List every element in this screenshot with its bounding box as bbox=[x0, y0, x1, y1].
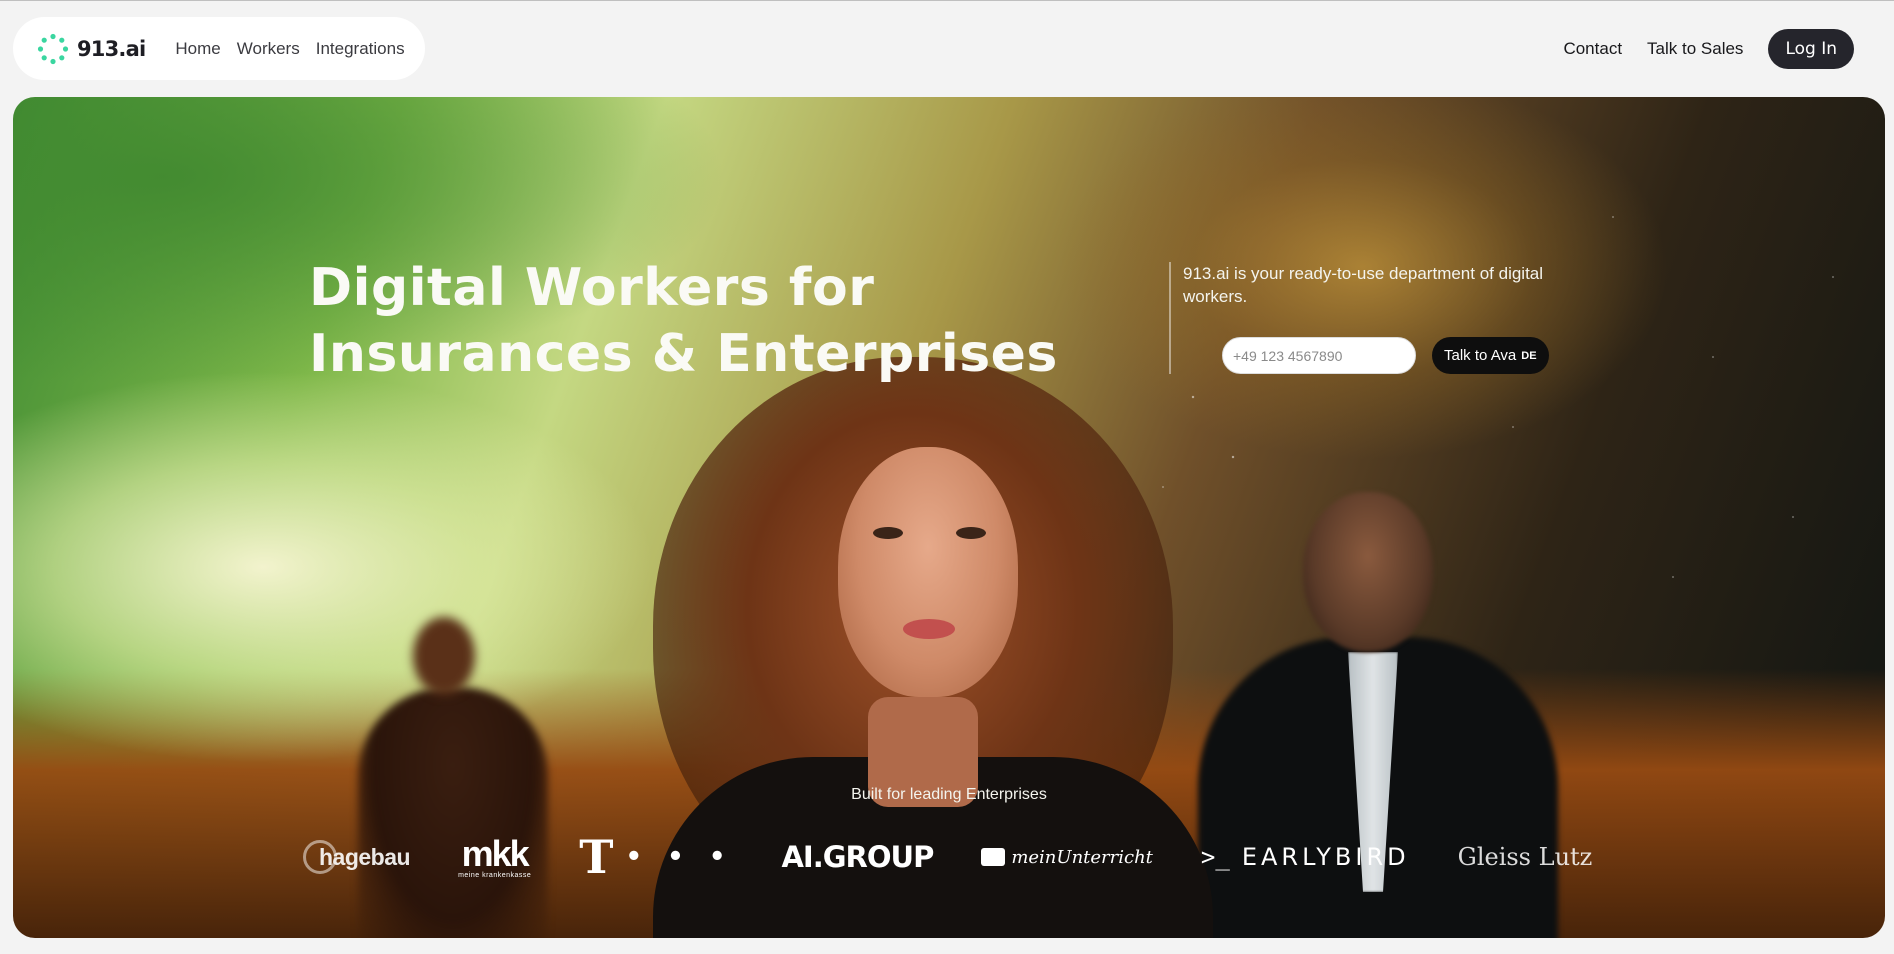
logo-hagebau-text: hagebau bbox=[319, 843, 411, 870]
hero-title-line1: Digital Workers for bbox=[309, 258, 875, 318]
logo-ring-icon bbox=[37, 33, 69, 64]
talk-to-ava-button[interactable]: Talk to Ava DE bbox=[1432, 337, 1549, 374]
logo[interactable]: 913.ai bbox=[37, 33, 146, 65]
hero-woman-eye-left bbox=[873, 527, 903, 539]
talk-to-ava-label: Talk to Ava bbox=[1444, 347, 1517, 364]
customer-logos: hagebau mkk meine krankenkasse T • • • A… bbox=[303, 830, 1593, 884]
logo-telekom-t: T bbox=[579, 830, 614, 884]
nav-workers[interactable]: Workers bbox=[237, 39, 300, 59]
hero-woman-eye-right bbox=[956, 527, 986, 539]
top-border bbox=[0, 0, 1894, 1]
hero-intro-text: 913.ai is your ready-to-use department o… bbox=[1183, 264, 1544, 306]
phone-input[interactable] bbox=[1222, 337, 1416, 374]
logo-meinunterricht: meinUnterricht bbox=[981, 847, 1153, 868]
built-for-label: Built for leading Enterprises bbox=[851, 786, 1047, 803]
nav-contact[interactable]: Contact bbox=[1563, 39, 1622, 59]
right-nav: Contact Talk to Sales Log In bbox=[1538, 29, 1854, 69]
logo-telekom-dots: • • • bbox=[625, 842, 734, 872]
hero-section: Digital Workers for Insurances & Enterpr… bbox=[13, 97, 1885, 938]
logo-telekom: T • • • bbox=[579, 830, 733, 884]
nav-integrations[interactable]: Integrations bbox=[316, 39, 405, 59]
logo-hagebau: hagebau bbox=[303, 840, 411, 874]
logo-text: 913.ai bbox=[77, 36, 146, 61]
briefcase-icon bbox=[981, 848, 1006, 866]
logo-earlybird: >_ EARLYBIRD bbox=[1201, 843, 1410, 871]
hero-woman-face bbox=[838, 447, 1018, 697]
main-nav: 913.ai Home Workers Integrations bbox=[13, 17, 425, 80]
logo-earlybird-text: EARLYBIRD bbox=[1241, 843, 1410, 871]
hero-man-left bbox=[358, 687, 548, 938]
logo-meinunterricht-text: meinUnterricht bbox=[1011, 846, 1153, 868]
nav-talk-to-sales[interactable]: Talk to Sales bbox=[1647, 39, 1743, 59]
hero-title-line2: Insurances & Enterprises bbox=[309, 324, 1058, 384]
logo-mkk: mkk meine krankenkasse bbox=[458, 832, 532, 879]
hero-man-right-head bbox=[1303, 492, 1433, 652]
terminal-prompt-icon: >_ bbox=[1200, 843, 1230, 871]
language-badge: DE bbox=[1521, 349, 1537, 362]
nav-home[interactable]: Home bbox=[175, 39, 220, 59]
hero-man-left-head bbox=[413, 617, 475, 695]
logo-gleiss-lutz: Gleiss Lutz bbox=[1457, 843, 1593, 871]
logo-aigroup: AI.GROUP bbox=[781, 840, 934, 874]
hero-woman-lips bbox=[903, 619, 955, 639]
login-button[interactable]: Log In bbox=[1768, 29, 1854, 69]
logo-mkk-text: mkk bbox=[461, 832, 530, 874]
logo-mkk-subtext: meine krankenkasse bbox=[458, 871, 532, 879]
hero-title: Digital Workers for Insurances & Enterpr… bbox=[309, 255, 1069, 387]
